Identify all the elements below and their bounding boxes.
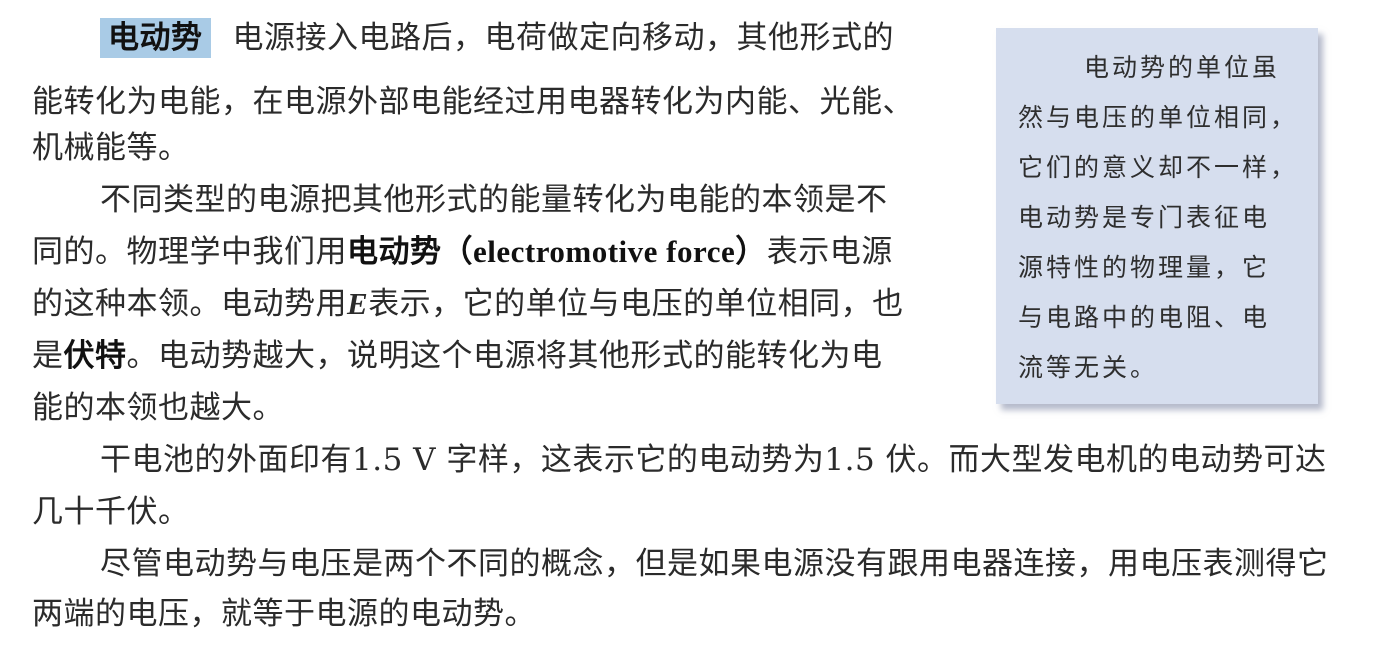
- side-note-line: 然与电压的单位相同，: [1018, 103, 1299, 132]
- side-note-line: 电动势的单位虽: [1084, 53, 1281, 82]
- paragraph-3-line-2: 几十千伏。: [32, 494, 190, 530]
- paragraph-2-text: 同的。物理学中我们用: [32, 234, 347, 270]
- bold-term-emf: 电动势: [347, 234, 442, 270]
- english-term: （electromotive force）: [441, 234, 767, 269]
- paragraph-2-line-4: 是伏特。电动势越大，说明这个电源将其他形式的能转化为电: [32, 336, 883, 376]
- paragraph-1-line-3: 机械能等。: [32, 130, 190, 166]
- side-note-line: 流等无关。: [1018, 353, 1159, 382]
- paragraph-2-line-5: 能的本领也越大。: [32, 390, 284, 426]
- paragraph-2-text: 表示电源: [766, 234, 893, 270]
- highlighted-term-emf: 电动势: [100, 18, 211, 58]
- paragraph-2-line-1: 不同类型的电源把其他形式的能量转化为电能的本领是不: [100, 182, 888, 218]
- side-note-box: 电动势的单位虽 然与电压的单位相同， 它们的意义却不一样， 电动势是专门表征电 …: [996, 28, 1318, 404]
- paragraph-4-line-2: 两端的电压，就等于电源的电动势。: [32, 596, 536, 632]
- paragraph-2-line-2: 同的。物理学中我们用电动势（electromotive force）表示电源: [32, 232, 893, 272]
- paragraph-2-text: 是: [32, 338, 64, 374]
- symbol-e: E: [347, 286, 369, 321]
- side-note-line: 与电路中的电阻、电: [1018, 303, 1271, 332]
- paragraph-1-line-2: 能转化为电能，在电源外部电能经过用电器转化为内能、光能、: [32, 84, 914, 120]
- paragraph-2-text: 表示，它的单位与电压的单位相同，也: [368, 286, 904, 322]
- side-note-line: 源特性的物理量，它: [1018, 253, 1271, 282]
- paragraph-1-text: 电源接入电路后，电荷做定向移动，其他形式的: [232, 20, 894, 56]
- paragraph-2-line-3: 的这种本领。电动势用E表示，它的单位与电压的单位相同，也: [32, 284, 904, 324]
- bold-term-volt: 伏特: [63, 338, 127, 374]
- paragraph-1-line-1: 电动势 电源接入电路后，电荷做定向移动，其他形式的: [100, 18, 894, 58]
- paragraph-2-text: 。电动势越大，说明这个电源将其他形式的能转化为电: [126, 338, 883, 374]
- paragraph-3-line-1: 干电池的外面印有1.5 V 字样，这表示它的电动势为1.5 伏。而大型发电机的电…: [100, 442, 1327, 478]
- paragraph-2-text: 的这种本领。电动势用: [32, 286, 347, 322]
- side-note-line: 它们的意义却不一样，: [1018, 153, 1299, 182]
- paragraph-4-line-1: 尽管电动势与电压是两个不同的概念，但是如果电源没有跟用电器连接，用电压表测得它: [100, 546, 1329, 582]
- side-note-line: 电动势是专门表征电: [1018, 203, 1271, 232]
